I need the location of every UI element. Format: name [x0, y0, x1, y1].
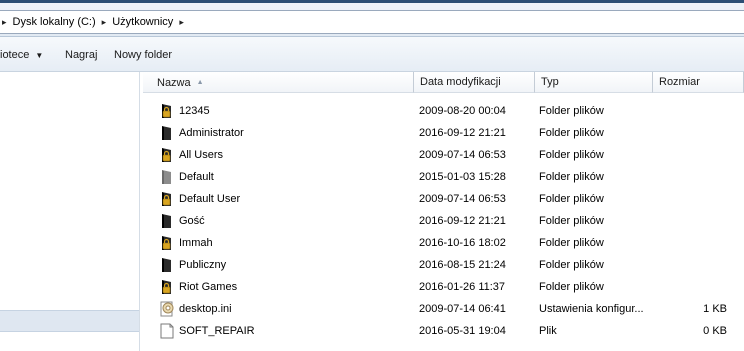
column-header-name[interactable]: Nazwa ▲: [143, 72, 414, 93]
file-row[interactable]: 12345 2009-08-20 00:04 Folder plików: [143, 100, 744, 122]
locked-folder-icon: [159, 103, 175, 119]
file-type: Folder plików: [539, 171, 604, 183]
file-type: Ustawienia konfigur...: [539, 303, 644, 315]
column-header-size[interactable]: Rozmiar: [653, 72, 744, 93]
locked-folder-icon: [159, 191, 175, 207]
file-date: 2009-08-20 00:04: [419, 105, 506, 117]
address-bar: ▸ Dysk lokalny (C:) ▸ Użytkownicy ▸: [0, 3, 744, 37]
file-name: Immah: [179, 237, 213, 249]
file-row[interactable]: Gość 2016-09-12 21:21 Folder plików: [143, 210, 744, 232]
file-name: Riot Games: [179, 281, 238, 293]
column-header-type[interactable]: Typ: [535, 72, 653, 93]
file-row[interactable]: All Users 2009-07-14 06:53 Folder plików: [143, 144, 744, 166]
dark-folder-icon: [159, 125, 175, 141]
locked-folder-icon: [159, 147, 175, 163]
file-name: Gość: [179, 215, 205, 227]
column-size-label: Rozmiar: [659, 76, 700, 88]
file-name: SOFT_REPAIR: [179, 325, 255, 337]
dropdown-arrow-icon: ▼: [35, 51, 44, 60]
column-date-label: Data modyfikacji: [420, 76, 501, 88]
chevron-right-icon[interactable]: ▸: [179, 17, 184, 28]
file-name: Administrator: [179, 127, 244, 139]
include-in-library-button[interactable]: iotece ▼: [0, 49, 43, 61]
file-type: Folder plików: [539, 259, 604, 271]
breadcrumb-item-drive[interactable]: Dysk lokalny (C:): [13, 16, 96, 28]
column-name-label: Nazwa: [157, 77, 191, 89]
column-header-date[interactable]: Data modyfikacji: [414, 72, 535, 93]
file-name: 12345: [179, 105, 210, 117]
file-name: Default User: [179, 193, 241, 205]
file-size: 0 KB: [703, 325, 727, 337]
burn-button[interactable]: Nagraj: [65, 49, 97, 61]
navigation-pane[interactable]: [0, 72, 140, 351]
settings-file-icon: [159, 301, 175, 317]
command-bar: iotece ▼ Nagraj Nowy folder: [0, 37, 744, 72]
file-type: Folder plików: [539, 237, 604, 249]
file-row[interactable]: Immah 2016-10-16 18:02 Folder plików: [143, 232, 744, 254]
file-date: 2016-05-31 19:04: [419, 325, 506, 337]
hidden-folder-icon: [159, 169, 175, 185]
file-name: All Users: [179, 149, 224, 161]
nav-selected-item[interactable]: [0, 310, 139, 332]
file-name: Publiczny: [179, 259, 227, 271]
breadcrumb[interactable]: ▸ Dysk lokalny (C:) ▸ Użytkownicy ▸: [0, 10, 744, 34]
file-date: 2009-07-14 06:41: [419, 303, 506, 315]
file-row[interactable]: Default 2015-01-03 15:28 Folder plików: [143, 166, 744, 188]
include-in-library-label: iotece: [0, 49, 30, 61]
file-date: 2009-07-14 06:53: [419, 149, 506, 161]
file-row[interactable]: desktop.ini 2009-07-14 06:41 Ustawienia ko…: [143, 298, 744, 320]
chevron-right-icon[interactable]: ▸: [102, 17, 107, 28]
file-date: 2016-01-26 11:37: [419, 281, 506, 293]
file-name: desktop.ini: [179, 303, 232, 315]
file-date: 2016-09-12 21:21: [419, 215, 506, 227]
file-type: Plik: [539, 325, 557, 337]
blank-file-icon: [159, 323, 175, 339]
file-date: 2016-09-12 21:21: [419, 127, 506, 139]
file-date: 2016-10-16 18:02: [419, 237, 506, 249]
dark-folder-icon: [159, 213, 175, 229]
file-type: Folder plików: [539, 149, 604, 161]
file-type: Folder plików: [539, 193, 604, 205]
file-type: Folder plików: [539, 105, 604, 117]
file-size: 1 KB: [703, 303, 727, 315]
file-name: Default: [179, 171, 214, 183]
column-headers: Nazwa ▲ Data modyfikacji Typ Rozmiar: [143, 72, 744, 94]
file-type: Folder plików: [539, 281, 604, 293]
sort-ascending-icon: ▲: [196, 79, 204, 86]
file-type: Folder plików: [539, 127, 604, 139]
locked-folder-icon: [159, 279, 175, 295]
chevron-right-icon[interactable]: ▸: [2, 17, 7, 28]
file-row[interactable]: Riot Games 2016-01-26 11:37 Folder plików: [143, 276, 744, 298]
column-type-label: Typ: [541, 76, 559, 88]
locked-folder-icon: [159, 235, 175, 251]
file-row[interactable]: Publiczny 2016-08-15 21:24 Folder plików: [143, 254, 744, 276]
file-row[interactable]: Administrator 2016-09-12 21:21 Folder plik…: [143, 122, 744, 144]
file-row[interactable]: SOFT_REPAIR 2016-05-31 19:04 Plik 0 KB: [143, 320, 744, 342]
file-date: 2009-07-14 06:53: [419, 193, 506, 205]
file-date: 2015-01-03 15:28: [419, 171, 506, 183]
breadcrumb-item-users[interactable]: Użytkownicy: [112, 16, 173, 28]
dark-folder-icon: [159, 257, 175, 273]
file-date: 2016-08-15 21:24: [419, 259, 506, 271]
file-row[interactable]: Default User 2009-07-14 06:53 Folder plikó…: [143, 188, 744, 210]
file-type: Folder plików: [539, 215, 604, 227]
new-folder-button[interactable]: Nowy folder: [114, 49, 172, 61]
